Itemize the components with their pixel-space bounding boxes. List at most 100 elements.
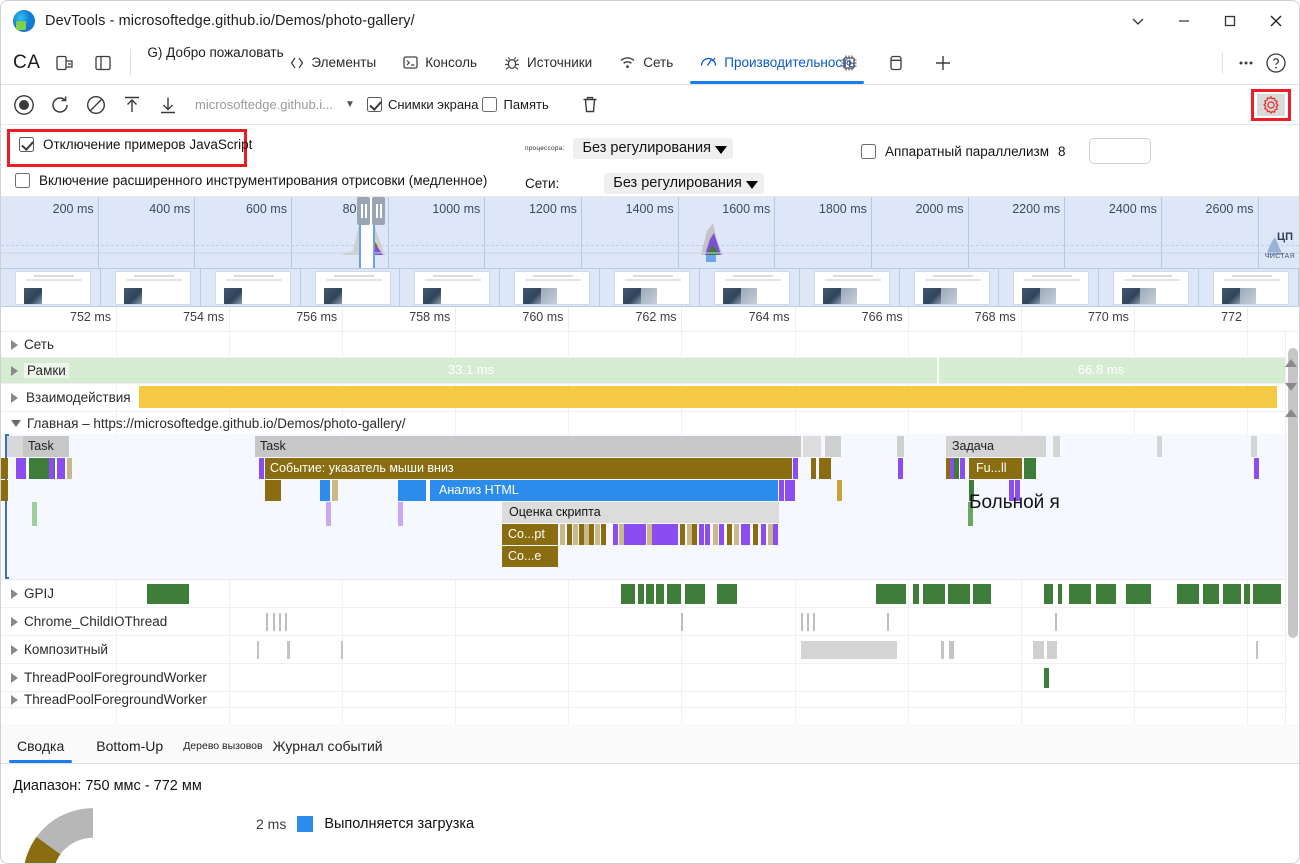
- flame-event[interactable]: [954, 458, 959, 479]
- gpu-task-bar[interactable]: [1058, 584, 1062, 604]
- flame-event[interactable]: [734, 524, 739, 545]
- flame-event[interactable]: [560, 524, 565, 545]
- flame-event[interactable]: [680, 524, 685, 545]
- track-interactions-header[interactable]: Взаимодействия: [1, 384, 133, 411]
- filmstrip-frame[interactable]: [999, 269, 1100, 306]
- frame-thumbnail[interactable]: [813, 271, 890, 305]
- track-main-thread-header-row[interactable]: Главная – https://microsoftedge.github.i…: [1, 412, 1299, 434]
- close-icon[interactable]: [1253, 1, 1299, 41]
- gpu-task-bar[interactable]: [646, 584, 654, 604]
- flame-task[interactable]: Задача: [946, 436, 1046, 457]
- memory-checkbox-box[interactable]: [482, 97, 498, 112]
- gpu-task-bar[interactable]: [913, 584, 919, 604]
- flame-compile-script[interactable]: Co...pt: [502, 524, 558, 545]
- flame-event[interactable]: [705, 524, 710, 545]
- filmstrip-frame[interactable]: [500, 269, 601, 306]
- filmstrip-frame[interactable]: [300, 269, 401, 306]
- gpu-task-bar[interactable]: [973, 584, 991, 604]
- track-network[interactable]: Сеть: [1, 332, 1299, 358]
- flame-event[interactable]: [898, 458, 903, 479]
- flame-event[interactable]: [819, 458, 831, 479]
- track-compositor[interactable]: Композитный: [1, 636, 1299, 664]
- flame-task[interactable]: Task: [23, 436, 69, 457]
- flame-event[interactable]: [259, 458, 264, 479]
- track-network-header[interactable]: Сеть: [1, 332, 54, 357]
- add-panel-icon[interactable]: [919, 41, 967, 84]
- flame-task[interactable]: [1157, 436, 1162, 457]
- flame-marker[interactable]: [398, 502, 403, 526]
- track-frames[interactable]: Рамки 33.1 ms 66.8 ms: [1, 358, 1299, 384]
- gpu-task-bar[interactable]: [656, 584, 664, 604]
- frame-thumbnail[interactable]: [114, 271, 191, 305]
- track-interactions[interactable]: Взаимодействия: [1, 384, 1299, 412]
- download-arrow-icon[interactable]: [151, 90, 185, 120]
- clear-no-entry-icon[interactable]: [79, 90, 113, 120]
- filmstrip-frame[interactable]: [1099, 269, 1200, 306]
- screenshots-checkbox[interactable]: Снимки экрана: [366, 97, 478, 112]
- track-gpu[interactable]: GPIJ: [1, 580, 1299, 608]
- filmstrip-frame[interactable]: [400, 269, 501, 306]
- collapse-triangle-icon[interactable]: [11, 419, 21, 427]
- flame-event[interactable]: [589, 524, 594, 545]
- frame-thumbnail[interactable]: [514, 271, 591, 305]
- flame-event[interactable]: [1, 480, 8, 501]
- gpu-task-bar[interactable]: [923, 584, 945, 604]
- gpu-task-bar[interactable]: [667, 584, 681, 604]
- record-circle-icon[interactable]: [7, 90, 41, 120]
- scroll-down-arrow[interactable]: [1285, 383, 1297, 391]
- frame-thumbnail[interactable]: [1213, 271, 1290, 305]
- flame-event[interactable]: [320, 480, 330, 501]
- screenshot-filmstrip[interactable]: [1, 269, 1299, 307]
- expand-triangle-icon[interactable]: [11, 616, 18, 627]
- flame-task[interactable]: Task: [255, 436, 801, 457]
- chevron-down-icon[interactable]: [1115, 1, 1161, 41]
- track-child-io[interactable]: Chrome_ChildIOThread: [1, 608, 1299, 636]
- gear-icon[interactable]: [1257, 94, 1285, 116]
- flame-event[interactable]: [727, 524, 732, 545]
- frame-thumbnail[interactable]: [713, 271, 790, 305]
- expand-triangle-icon[interactable]: [11, 392, 18, 403]
- frame-thumbnail[interactable]: [913, 271, 990, 305]
- flame-function-call[interactable]: Fu...ll: [969, 458, 1022, 479]
- trash-icon[interactable]: [573, 90, 607, 120]
- flame-event[interactable]: [57, 458, 65, 479]
- summary-donut-chart[interactable]: [23, 808, 163, 863]
- help-icon[interactable]: [1261, 48, 1291, 78]
- gpu-task-bar[interactable]: [1126, 584, 1151, 604]
- tab-elements[interactable]: Элементы: [137, 41, 389, 84]
- minimize-icon[interactable]: [1161, 1, 1207, 41]
- tab-sources[interactable]: Источники: [490, 41, 605, 84]
- filmstrip-frame[interactable]: [899, 269, 1000, 306]
- gpu-task-bar[interactable]: [1223, 584, 1241, 604]
- interaction-bar[interactable]: [139, 386, 1277, 408]
- gpu-task-bar[interactable]: [948, 584, 970, 604]
- flame-event[interactable]: [960, 458, 965, 479]
- track-main-thread-header[interactable]: Главная – https://microsoftedge.github.i…: [1, 412, 406, 434]
- flame-parse-html[interactable]: Анализ HTML: [430, 480, 778, 501]
- frame-block[interactable]: [121, 358, 939, 384]
- dock-side-icon[interactable]: [88, 48, 118, 78]
- chevron-down-icon[interactable]: ▼: [345, 99, 355, 110]
- flame-task[interactable]: [897, 436, 904, 457]
- advanced-paint-checkbox[interactable]: Включение расширенного инструментировани…: [15, 173, 487, 188]
- flame-event[interactable]: [67, 458, 72, 479]
- flame-event[interactable]: [811, 458, 816, 479]
- flame-event[interactable]: [652, 524, 678, 545]
- more-options-icon[interactable]: [1231, 48, 1261, 78]
- gpu-task-bar[interactable]: [1244, 584, 1250, 604]
- flame-event[interactable]: [332, 480, 338, 501]
- flame-event[interactable]: [49, 458, 54, 479]
- memory-chip-icon[interactable]: [838, 41, 873, 84]
- flame-task[interactable]: [1053, 436, 1060, 457]
- track-threadpool-worker-1[interactable]: ThreadPoolForegroundWorker: [1, 664, 1299, 692]
- flame-event[interactable]: [398, 480, 426, 501]
- gpu-task-bar[interactable]: [1096, 584, 1116, 604]
- reload-record-icon[interactable]: [43, 90, 77, 120]
- tab-bottom-up[interactable]: Bottom-Up: [80, 738, 179, 763]
- frame-thumbnail[interactable]: [1113, 271, 1190, 305]
- flame-event[interactable]: [773, 524, 778, 545]
- flame-event[interactable]: [692, 524, 697, 545]
- gpu-task-bar[interactable]: [638, 584, 644, 604]
- flame-task[interactable]: [7, 436, 23, 457]
- track-compositor-header[interactable]: Композитный: [1, 636, 108, 663]
